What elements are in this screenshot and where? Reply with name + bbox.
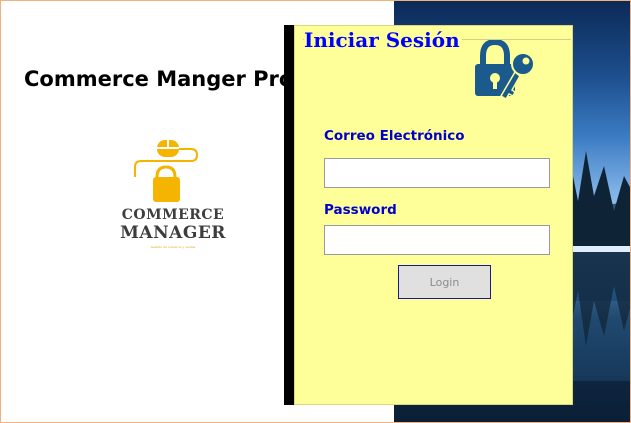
- login-title: Iniciar Sesión: [304, 28, 462, 52]
- password-input[interactable]: [324, 225, 550, 255]
- login-window: Commerce Manger Pro COMMERCE MANAGER Ges…: [0, 0, 631, 423]
- login-panel: Iniciar Sesión Correo Electrónico Passwo…: [294, 25, 573, 405]
- lock-and-key-icon: [475, 40, 535, 101]
- login-button[interactable]: Login: [398, 265, 491, 299]
- logo-text-commerce: COMMERCE: [121, 207, 225, 223]
- commerce-manager-logo: COMMERCE MANAGER Gestión de comercio y v…: [113, 137, 233, 255]
- email-label: Correo Electrónico: [324, 128, 465, 144]
- app-title: Commerce Manger Pro: [24, 67, 286, 91]
- logo-text-manager: MANAGER: [120, 223, 226, 243]
- shopping-bag-icon: [134, 140, 199, 202]
- window-bottom-edge: [284, 405, 394, 422]
- logo-tagline: Gestión de comercio y ventas: [150, 245, 196, 249]
- password-label: Password: [324, 202, 397, 218]
- email-input[interactable]: [324, 158, 550, 188]
- panel-left-border: [284, 25, 294, 405]
